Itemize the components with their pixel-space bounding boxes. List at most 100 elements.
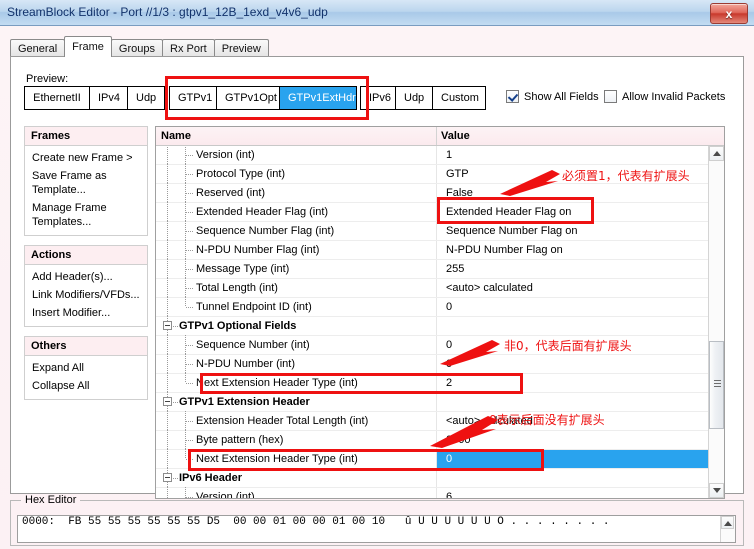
sidebar-item-insert-modifier[interactable]: Insert Modifier... <box>25 304 147 322</box>
tree-row[interactable]: Reserved (int) False <box>156 183 724 203</box>
tree-row[interactable]: Sequence Number Flag (int) Sequence Numbe… <box>156 221 724 241</box>
row-value-cell[interactable]: 2 <box>442 374 724 392</box>
sidebar-item-add-headers[interactable]: Add Header(s)... <box>25 268 147 286</box>
tab-rx-port[interactable]: Rx Port <box>162 39 215 57</box>
layer-button-gtpv1opt[interactable]: GTPv1Opt <box>216 86 280 110</box>
row-value-cell[interactable] <box>442 469 724 487</box>
hex-scroll-up-button[interactable] <box>721 516 734 529</box>
streamblock-editor-window: StreamBlock Editor - Port //1/3 : gtpv1_… <box>0 0 754 549</box>
allow-invalid-packets-label: Allow Invalid Packets <box>622 90 726 103</box>
sidebar-group-actions: Actions Add Header(s)... Link Modifiers/… <box>24 245 148 327</box>
row-value-cell[interactable]: 0 <box>442 450 724 468</box>
layer-button-ipv4[interactable]: IPv4 <box>89 86 128 110</box>
layer-button-ethernetii[interactable]: EthernetII <box>24 86 90 110</box>
layer-button-ipv6-label: IPv6 <box>369 92 392 104</box>
layer-button-custom-label: Custom <box>441 92 479 104</box>
checkbox-unchecked-icon <box>604 90 617 103</box>
row-value-cell[interactable]: 0 <box>442 336 724 354</box>
layer-button-udp-2-label: Udp <box>404 92 425 104</box>
field-tree-grid: Name Value Version (int) 1 Protocol Type (… <box>155 126 725 499</box>
tree-row[interactable]: Extension Header Total Length (int) <auto… <box>156 411 724 431</box>
layer-button-ipv6[interactable]: IPv6 <box>360 86 396 110</box>
tree-row[interactable]: Version (int) 1 <box>156 146 724 165</box>
row-value-cell[interactable]: Sequence Number Flag on <box>442 222 724 240</box>
title-bar: StreamBlock Editor - Port //1/3 : gtpv1_… <box>0 0 754 26</box>
row-name-cell: Total Length (int) <box>196 282 278 294</box>
tree-row[interactable]: N-PDU Number Flag (int) N-PDU Number Flag… <box>156 240 724 260</box>
grid-rows: Version (int) 1 Protocol Type (int) GTP Rese… <box>156 146 724 498</box>
tree-row[interactable]: Byte pattern (hex) 0000 <box>156 430 724 450</box>
close-button[interactable]: x <box>710 3 748 24</box>
tree-row[interactable]: Total Length (int) <auto> calculated <box>156 278 724 298</box>
row-value-cell[interactable]: N-PDU Number Flag on <box>442 241 724 259</box>
sidebar-group-frames: Frames Create new Frame > Save Frame as … <box>24 126 148 236</box>
grid-vertical-scrollbar[interactable] <box>708 146 724 498</box>
tree-row[interactable]: Protocol Type (int) GTP <box>156 164 724 184</box>
row-value-cell[interactable]: 0 <box>442 298 724 316</box>
tree-row[interactable]: Tunnel Endpoint ID (int) 0 <box>156 297 724 317</box>
column-header-value[interactable]: Value <box>441 130 470 142</box>
tree-group-row[interactable]: GTPv1 Optional Fields <box>156 316 724 336</box>
row-name-cell: Message Type (int) <box>196 263 290 275</box>
row-name-cell: Next Extension Header Type (int) <box>196 377 358 389</box>
hex-editor-legend: Hex Editor <box>21 494 81 506</box>
row-value-cell[interactable]: 255 <box>442 260 724 278</box>
row-value-cell[interactable]: Extended Header Flag on <box>442 203 724 221</box>
sidebar-item-manage-frame-templates[interactable]: Manage Frame Templates... <box>25 199 147 231</box>
allow-invalid-packets-checkbox[interactable]: Allow Invalid Packets <box>604 90 725 103</box>
row-value-cell[interactable]: 1 <box>442 146 724 164</box>
row-value-cell[interactable] <box>442 317 724 335</box>
layer-button-udp-2[interactable]: Udp <box>395 86 433 110</box>
tree-row[interactable]: Sequence Number (int) 0 <box>156 335 724 355</box>
row-name-cell: Version (int) <box>196 491 255 498</box>
row-value-cell[interactable]: False <box>442 184 724 202</box>
tree-row[interactable]: Message Type (int) 255 <box>156 259 724 279</box>
hex-editor-box[interactable]: 0000: FB 55 55 55 55 55 55 D5 00 00 01 0… <box>17 515 736 543</box>
row-name-cell: Sequence Number (int) <box>196 339 310 351</box>
checkbox-checked-icon <box>506 90 519 103</box>
tab-frame[interactable]: Frame <box>64 36 112 57</box>
preview-label: Preview: <box>26 73 69 85</box>
layer-button-gtpv1opt-label: GTPv1Opt <box>225 92 277 104</box>
tree-row[interactable]: Version (int) 6 <box>156 487 724 498</box>
layer-button-custom[interactable]: Custom <box>432 86 486 110</box>
scrollbar-thumb[interactable] <box>709 341 724 429</box>
sidebar-item-link-modifiers-vfds[interactable]: Link Modifiers/VFDs... <box>25 286 147 304</box>
tree-group-row[interactable]: GTPv1 Extension Header <box>156 392 724 412</box>
tree-group-row[interactable]: IPv6 Header <box>156 468 724 488</box>
layer-button-gtpv1[interactable]: GTPv1 <box>169 86 217 110</box>
layer-button-udp-1[interactable]: Udp <box>127 86 165 110</box>
sidebar-item-save-frame-as-template[interactable]: Save Frame as Template... <box>25 167 147 199</box>
tab-preview[interactable]: Preview <box>213 39 269 57</box>
row-value-cell[interactable]: GTP <box>442 165 724 183</box>
row-value-cell[interactable] <box>442 393 724 411</box>
scroll-down-button[interactable] <box>709 483 724 498</box>
sidebar-group-others: Others Expand All Collapse All <box>24 336 148 400</box>
sidebar-item-create-new-frame[interactable]: Create new Frame > <box>25 149 147 167</box>
hex-editor-scrollbar[interactable] <box>720 516 735 542</box>
grip-icon <box>714 380 721 387</box>
tree-row[interactable]: Extended Header Flag (int) Extended Heade… <box>156 202 724 222</box>
tab-groups[interactable]: Groups <box>110 39 163 57</box>
row-value-cell[interactable]: <auto> calculated <box>442 279 724 297</box>
grid-header-divider <box>436 127 437 145</box>
show-all-fields-checkbox[interactable]: Show All Fields <box>506 90 599 103</box>
row-value-cell[interactable]: 0 <box>442 355 724 373</box>
layer-button-gtpv1-label: GTPv1 <box>178 92 213 104</box>
row-name-cell: Next Extension Header Type (int) <box>196 453 358 465</box>
row-value-cell[interactable]: 0000 <box>442 431 724 449</box>
tab-general[interactable]: General <box>10 39 66 57</box>
tree-row[interactable]: Next Extension Header Type (int) 2 <box>156 373 724 393</box>
row-value-cell[interactable]: <auto> calculated <box>442 412 724 430</box>
column-header-name[interactable]: Name <box>161 130 191 142</box>
tree-row[interactable]: Next Extension Header Type (int) 0 <box>156 449 724 469</box>
window-title: StreamBlock Editor - Port //1/3 : gtpv1_… <box>7 5 328 19</box>
scroll-up-button[interactable] <box>709 146 724 161</box>
layer-button-gtpv1exthdr[interactable]: GTPv1ExtHdr <box>279 86 357 110</box>
row-name-cell: Extended Header Flag (int) <box>196 206 329 218</box>
tree-row[interactable]: N-PDU Number (int) 0 <box>156 354 724 374</box>
row-value-cell[interactable]: 6 <box>442 488 724 498</box>
sidebar-item-collapse-all[interactable]: Collapse All <box>25 377 147 395</box>
sidebar-item-expand-all[interactable]: Expand All <box>25 359 147 377</box>
row-name-cell: Byte pattern (hex) <box>196 434 284 446</box>
